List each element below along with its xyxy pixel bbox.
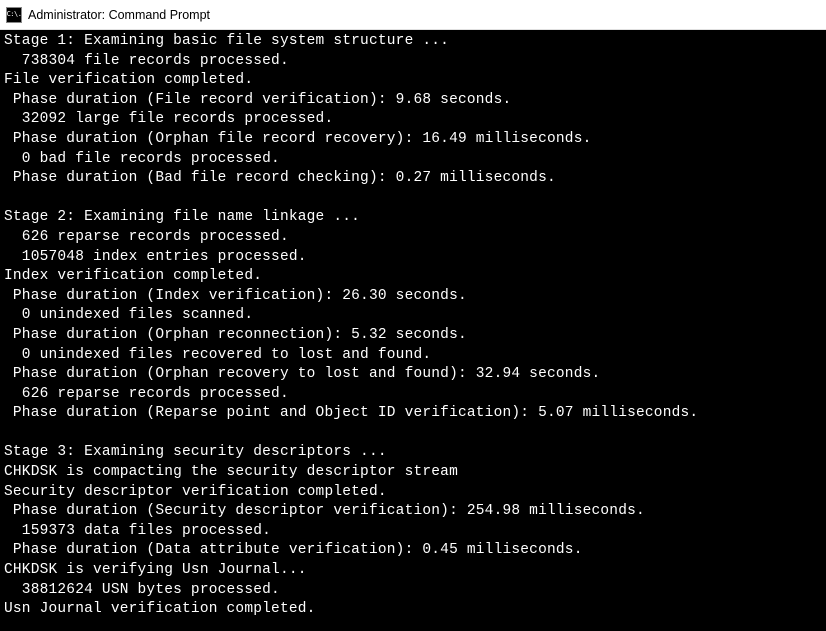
terminal-line: 626 reparse records processed.: [4, 228, 822, 248]
terminal-line: 1057048 index entries processed.: [4, 248, 822, 268]
terminal-line: Security descriptor verification complet…: [4, 483, 822, 503]
terminal-line: Stage 3: Examining security descriptors …: [4, 443, 822, 463]
terminal-line: Phase duration (Orphan recovery to lost …: [4, 365, 822, 385]
terminal-line: CHKDSK is verifying Usn Journal...: [4, 561, 822, 581]
terminal-line: Usn Journal verification completed.: [4, 600, 822, 620]
cmd-icon: C:\.: [6, 7, 22, 23]
terminal-line: Index verification completed.: [4, 267, 822, 287]
cmd-icon-text: C:\.: [7, 11, 22, 18]
terminal-line: Phase duration (File record verification…: [4, 91, 822, 111]
terminal-line: File verification completed.: [4, 71, 822, 91]
terminal-line: Phase duration (Bad file record checking…: [4, 169, 822, 189]
terminal-line: 32092 large file records processed.: [4, 110, 822, 130]
terminal-output[interactable]: Stage 1: Examining basic file system str…: [0, 30, 826, 631]
terminal-line: 626 reparse records processed.: [4, 385, 822, 405]
window-titlebar[interactable]: C:\. Administrator: Command Prompt: [0, 0, 826, 30]
terminal-line: Phase duration (Orphan reconnection): 5.…: [4, 326, 822, 346]
terminal-line: 738304 file records processed.: [4, 52, 822, 72]
terminal-line: Phase duration (Index verification): 26.…: [4, 287, 822, 307]
window-title: Administrator: Command Prompt: [28, 8, 210, 22]
terminal-line: Phase duration (Data attribute verificat…: [4, 541, 822, 561]
terminal-line: 38812624 USN bytes processed.: [4, 581, 822, 601]
terminal-line: [4, 424, 822, 444]
terminal-line: Phase duration (Orphan file record recov…: [4, 130, 822, 150]
terminal-line: 0 bad file records processed.: [4, 150, 822, 170]
terminal-line: CHKDSK is compacting the security descri…: [4, 463, 822, 483]
terminal-line: 159373 data files processed.: [4, 522, 822, 542]
terminal-line: 0 unindexed files recovered to lost and …: [4, 346, 822, 366]
terminal-line: Phase duration (Reparse point and Object…: [4, 404, 822, 424]
terminal-line: Stage 2: Examining file name linkage ...: [4, 208, 822, 228]
terminal-line: 0 unindexed files scanned.: [4, 306, 822, 326]
terminal-line: Phase duration (Security descriptor veri…: [4, 502, 822, 522]
terminal-line: Stage 1: Examining basic file system str…: [4, 32, 822, 52]
terminal-line: [4, 189, 822, 209]
